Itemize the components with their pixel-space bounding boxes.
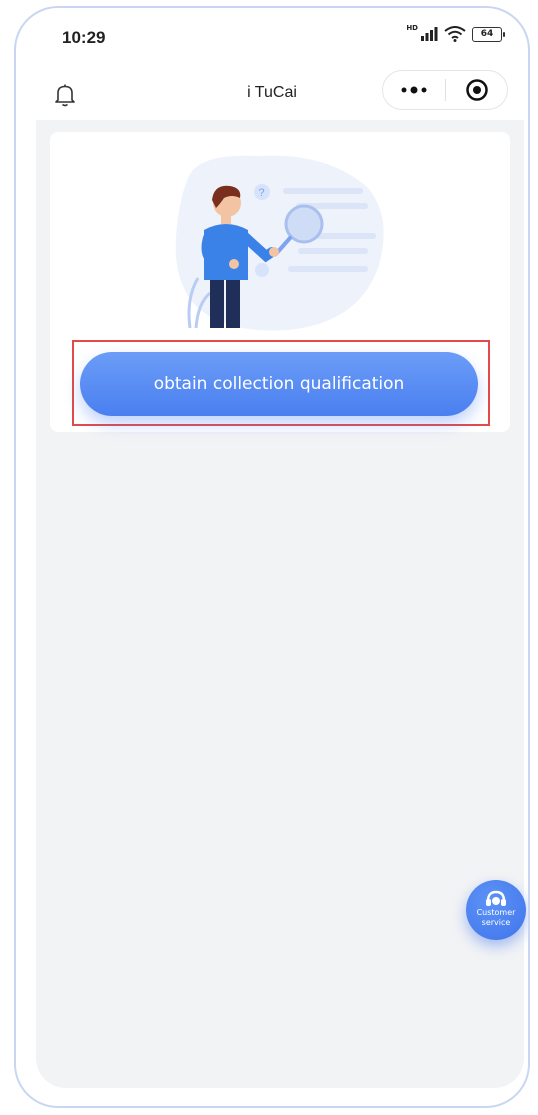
- phone-frame: 10:29 HD 64 i TuCai ? obtain collection …: [14, 6, 530, 1108]
- customer-service-label-1: Customer: [476, 908, 516, 917]
- customer-service-button[interactable]: Customer service: [466, 880, 526, 940]
- more-button[interactable]: [383, 71, 445, 109]
- person-with-magnifier-illustration: ?: [175, 155, 384, 331]
- svg-text:?: ?: [259, 187, 265, 199]
- customer-service-label-2: service: [481, 918, 511, 927]
- nav-bar: i TuCai: [16, 64, 528, 120]
- hd-badge: HD: [406, 24, 418, 32]
- battery-indicator: 64: [472, 26, 505, 42]
- signal-icon: [421, 27, 438, 41]
- target-circle-icon: [465, 79, 488, 101]
- mini-program-capsule: [382, 70, 508, 110]
- wifi-icon: [444, 26, 466, 42]
- content-area: ? obtain collection qualification Custom…: [36, 120, 526, 1088]
- close-button[interactable]: [446, 71, 507, 109]
- headset-icon: [486, 890, 506, 906]
- status-bar: 10:29 HD 64: [16, 8, 528, 60]
- more-dots-icon: [401, 86, 427, 94]
- status-time: 10:29: [62, 28, 106, 47]
- status-icons: HD 64: [406, 24, 505, 42]
- obtain-qualification-button[interactable]: obtain collection qualification: [80, 352, 478, 416]
- qualification-card: ? obtain collection qualification: [50, 132, 510, 432]
